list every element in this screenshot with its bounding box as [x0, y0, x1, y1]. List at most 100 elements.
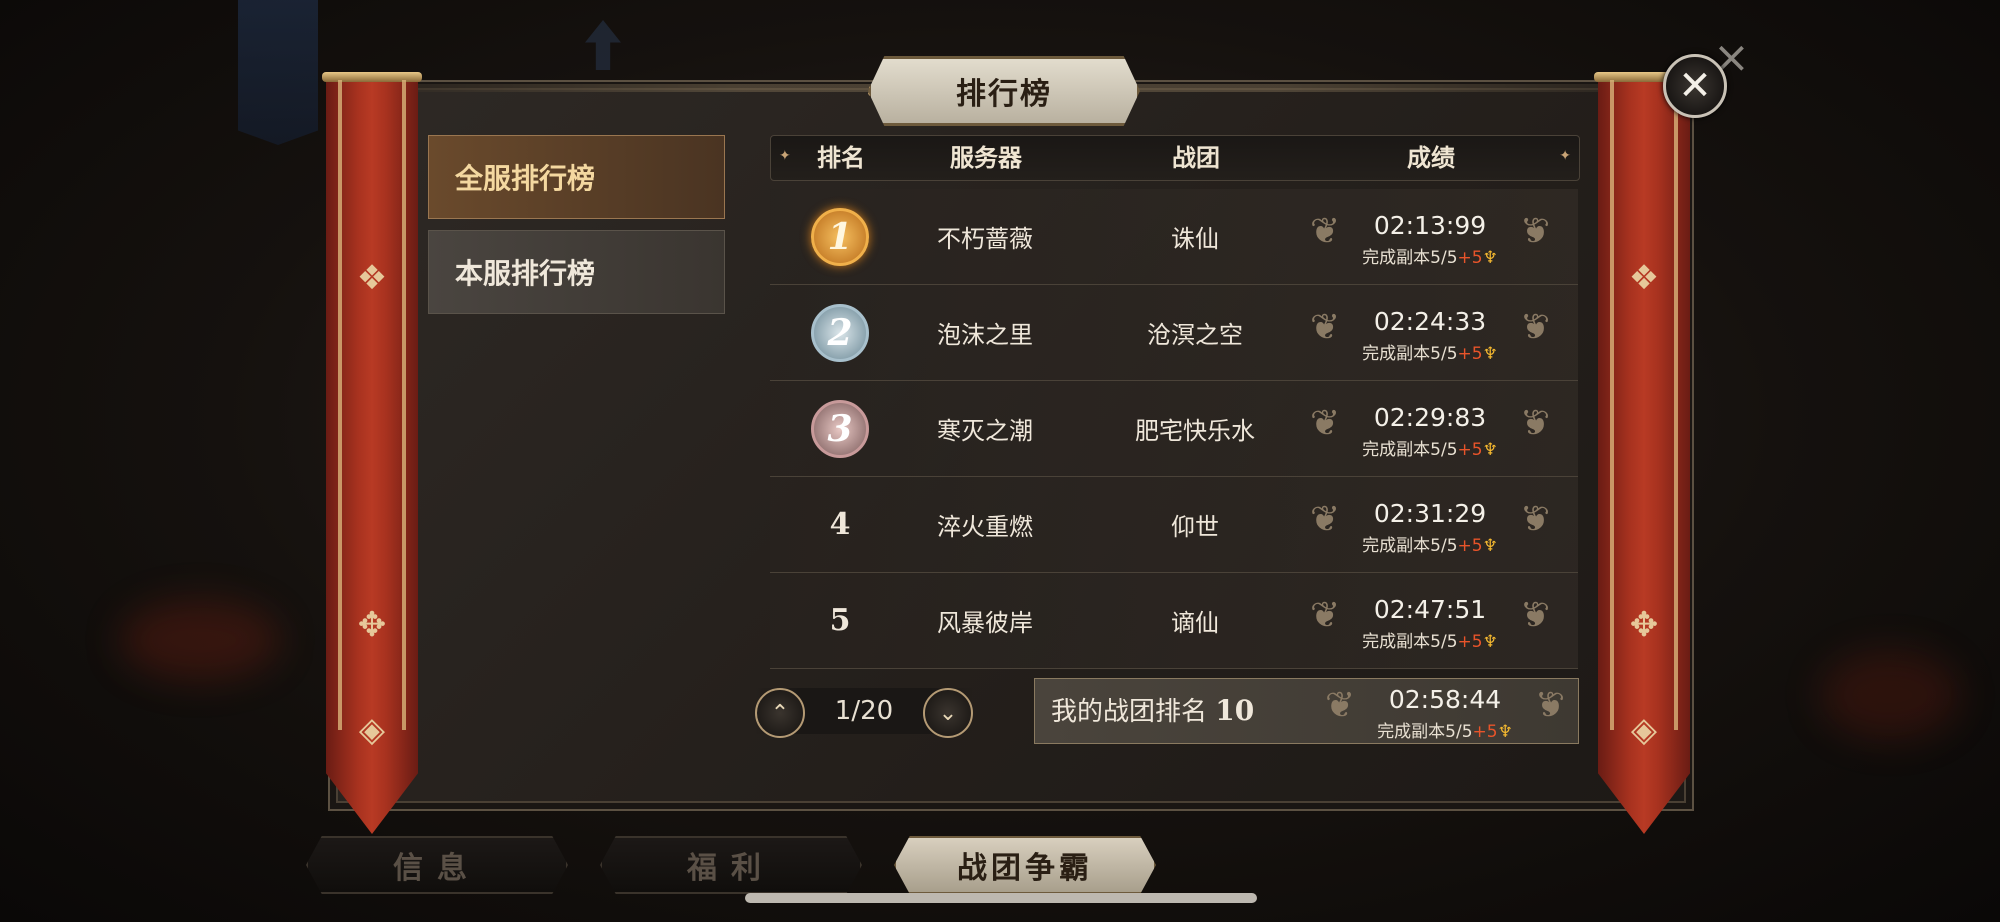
score-time: 02:24:33	[1373, 307, 1487, 336]
score-time: 02:31:29	[1373, 499, 1487, 528]
header-server: 服务器	[950, 143, 1022, 172]
rank-cell: 1	[790, 189, 890, 284]
page-indicator: 1/20	[834, 696, 894, 726]
server-name: 泡沫之里	[937, 321, 1033, 349]
score-time: 02:47:51	[1373, 595, 1487, 624]
trophy-icon: ♆	[1482, 344, 1498, 364]
nav-tab-label: 福利	[687, 851, 775, 886]
header-guild: 战团	[1172, 143, 1220, 172]
background-arrow-icon	[585, 20, 621, 70]
bonus-text: +5	[1472, 722, 1498, 742]
tab-label: 全服排行榜	[455, 162, 596, 195]
progress-text: 完成副本5/5	[1362, 536, 1458, 556]
table-row[interactable]: 5 风暴彼岸 谪仙 ❦ ❦ 02:47:51 完成副本5/5+5♆	[770, 573, 1578, 669]
trophy-icon: ♆	[1482, 632, 1498, 652]
background-ember	[1820, 650, 1960, 740]
bonus-text: +5	[1457, 440, 1483, 460]
close-icon: ✕	[1678, 63, 1712, 109]
close-button[interactable]: ✕	[1663, 54, 1727, 118]
progress-text: 完成副本5/5	[1362, 248, 1458, 268]
score-progress: 完成副本5/5+5♆	[1310, 243, 1550, 268]
score-cell: ❦ ❦ 02:24:33 完成副本5/5+5♆	[1310, 285, 1550, 380]
right-banner-ornament-icon: ◈	[1630, 710, 1658, 750]
corner-arrow-icon: ✦	[779, 148, 791, 164]
score-time: 02:58:44	[1388, 685, 1502, 714]
tab-label: 本服排行榜	[455, 257, 596, 290]
score-cell: ❦ ❦ 02:29:83 完成副本5/5+5♆	[1310, 381, 1550, 476]
my-score-cell: ❦ ❦ 02:58:44 完成副本5/5+5♆	[1325, 663, 1565, 758]
tab-this-server-ranking[interactable]: 本服排行榜	[428, 230, 725, 314]
score-time: 02:29:83	[1373, 403, 1487, 432]
gold-medal-icon: 1	[811, 207, 869, 266]
title-plate: 排行榜	[868, 56, 1140, 126]
right-banner-ornament-icon: ✥	[1629, 605, 1659, 645]
my-rank-value: 10	[1215, 694, 1255, 727]
chevron-up-icon: ⌃	[770, 700, 790, 726]
progress-text: 完成副本5/5	[1362, 344, 1458, 364]
rank-number: 3	[827, 407, 853, 450]
trophy-icon: ♆	[1482, 536, 1498, 556]
guild-name: 谪仙	[1171, 609, 1219, 637]
score-progress: 完成副本5/5+5♆	[1310, 339, 1550, 364]
score-progress: 完成副本5/5+5♆	[1325, 717, 1565, 742]
score-cell: ❦ ❦ 02:47:51 完成副本5/5+5♆	[1310, 573, 1550, 668]
trophy-icon: ♆	[1482, 440, 1498, 460]
background-ember	[120, 600, 280, 680]
bonus-text: +5	[1457, 632, 1483, 652]
trophy-icon: ♆	[1482, 248, 1498, 268]
trophy-icon: ♆	[1497, 722, 1513, 742]
progress-text: 完成副本5/5	[1362, 440, 1458, 460]
score-cell: ❦ ❦ 02:13:99 完成副本5/5+5♆	[1310, 189, 1550, 284]
score-progress: 完成副本5/5+5♆	[1310, 627, 1550, 652]
my-rank-label-text: 我的战团排名	[1051, 697, 1208, 727]
right-banner-stripe	[1610, 80, 1614, 730]
score-cell: ❦ ❦ 02:31:29 完成副本5/5+5♆	[1310, 477, 1550, 572]
nav-tab-guild-battle[interactable]: 战团争霸	[894, 836, 1156, 894]
server-name: 寒灭之潮	[937, 417, 1033, 445]
table-row[interactable]: 4 淬火重燃 仰世 ❦ ❦ 02:31:29 完成副本5/5+5♆	[770, 477, 1578, 573]
server-name: 风暴彼岸	[937, 609, 1033, 637]
tab-all-server-ranking[interactable]: 全服排行榜	[428, 135, 725, 219]
guild-name: 仰世	[1171, 513, 1219, 541]
pagination: ⌃ 1/20 ⌄	[755, 688, 973, 738]
rank-number: 2	[827, 311, 853, 354]
left-banner-ornament-icon: ◈	[358, 710, 386, 750]
bonus-text: +5	[1457, 344, 1483, 364]
page-down-button[interactable]: ⌄	[923, 688, 973, 738]
background-banner	[238, 0, 318, 145]
guild-name: 肥宅快乐水	[1135, 417, 1255, 445]
left-banner-ornament-icon: ❖	[356, 258, 388, 298]
bonus-text: +5	[1457, 248, 1483, 268]
left-banner-rod	[322, 72, 422, 82]
left-banner-stripe	[402, 80, 406, 730]
bronze-medal-icon: 3	[811, 399, 869, 458]
score-progress: 完成副本5/5+5♆	[1310, 435, 1550, 460]
left-banner-stripe	[338, 80, 342, 730]
page-title: 排行榜	[956, 77, 1052, 112]
progress-text: 完成副本5/5	[1377, 722, 1473, 742]
rank-number: 1	[827, 215, 853, 258]
rank-number: 5	[829, 603, 851, 638]
header-score: 成绩	[1407, 143, 1455, 172]
score-progress: 完成副本5/5+5♆	[1310, 531, 1550, 556]
table-row[interactable]: 2 泡沫之里 沧溟之空 ❦ ❦ 02:24:33 完成副本5/5+5♆	[770, 285, 1578, 381]
my-guild-rank: 我的战团排名 10 ❦ ❦ 02:58:44 完成副本5/5+5♆	[1034, 678, 1579, 744]
page-up-button[interactable]: ⌃	[755, 688, 805, 738]
guild-name: 沧溟之空	[1147, 321, 1243, 349]
score-time: 02:13:99	[1373, 211, 1487, 240]
table-row[interactable]: 1 不朽蔷薇 诛仙 ❦ ❦ 02:13:99 完成副本5/5+5♆	[770, 189, 1578, 285]
progress-text: 完成副本5/5	[1362, 632, 1458, 652]
server-name: 不朽蔷薇	[937, 225, 1033, 253]
nav-tab-label: 战团争霸	[957, 851, 1093, 886]
nav-tab-info[interactable]: 信息	[306, 836, 568, 894]
right-banner-ornament-icon: ❖	[1628, 258, 1660, 298]
right-banner-stripe	[1674, 80, 1678, 730]
nav-tab-label: 信息	[393, 851, 481, 886]
header-rank: 排名	[817, 143, 865, 172]
rank-cell: 2	[790, 285, 890, 380]
silver-medal-icon: 2	[811, 303, 869, 362]
home-indicator[interactable]	[745, 893, 1257, 903]
rank-cell: 3	[790, 381, 890, 476]
nav-tab-welfare[interactable]: 福利	[600, 836, 862, 894]
table-row[interactable]: 3 寒灭之潮 肥宅快乐水 ❦ ❦ 02:29:83 完成副本5/5+5♆	[770, 381, 1578, 477]
